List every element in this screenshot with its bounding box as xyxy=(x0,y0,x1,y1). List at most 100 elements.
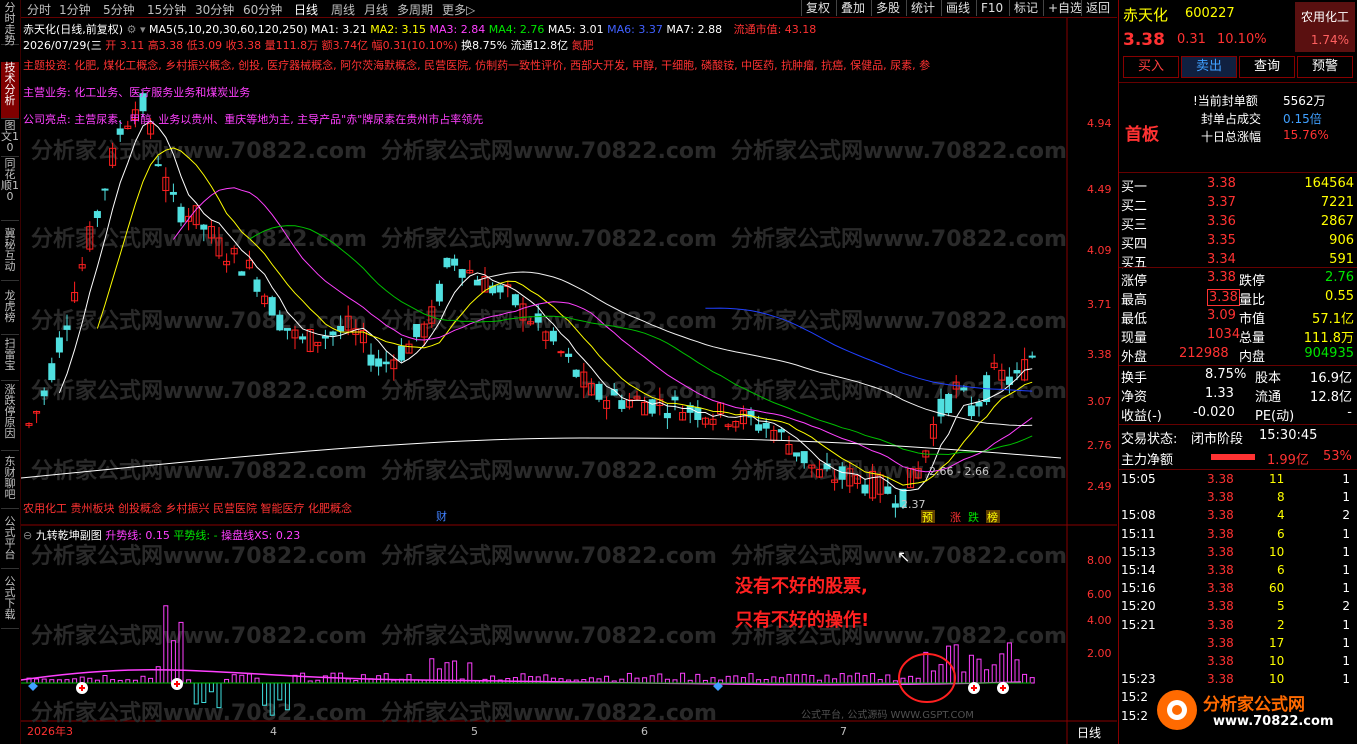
tool-fuquan[interactable]: 复权 xyxy=(801,0,834,16)
watermark: 分析家公式网www.70822.com xyxy=(731,226,1067,252)
tick-time: 15:2 xyxy=(1121,708,1148,723)
watermark: 分析家公式网www.70822.com xyxy=(731,458,1067,484)
tool-draw[interactable]: 画线 xyxy=(941,0,974,16)
net-flow-label: 主力净额 xyxy=(1121,453,1174,468)
tool-add-favorite[interactable]: +自选 xyxy=(1043,0,1086,16)
quote-panel: 赤天化 600227 农用化工 1.74% 3.38 0.31 10.10% 买… xyxy=(1118,0,1357,744)
tick-volume: 10 xyxy=(1269,654,1285,668)
price-axis-2.76: 2.76 xyxy=(1087,439,1112,452)
watermark: 分析家公式网www.70822.com xyxy=(31,226,367,252)
nav-fenshi[interactable]: 分时走势 xyxy=(1,2,19,46)
bid-price: 3.35 xyxy=(1207,233,1236,248)
ma4: MA4: 2.76 xyxy=(488,23,545,36)
bid-volume: 164564 xyxy=(1304,176,1354,191)
sell-button[interactable]: 卖出 xyxy=(1181,56,1237,78)
period-30min[interactable]: 30分钟 xyxy=(195,1,234,18)
tick-count: 2 xyxy=(1342,508,1350,523)
watermark: 分析家公式网www.70822.com xyxy=(381,226,717,252)
nav-formula-platform[interactable]: 公式平台 xyxy=(1,516,19,569)
nav-ths[interactable]: 同花顺10 xyxy=(1,158,19,221)
period-weekly[interactable]: 周线 xyxy=(331,1,355,18)
tick-row: 15:11 3.38 6 1 xyxy=(1119,527,1357,545)
period-5min[interactable]: 5分钟 xyxy=(103,1,135,18)
moving-average-lines xyxy=(21,120,1062,492)
tool-f10[interactable]: F10 xyxy=(976,0,1007,16)
bid-label: 买五 xyxy=(1121,256,1148,271)
stat-row: 收益(-) -0.020 PE(动) - xyxy=(1119,405,1357,424)
price-axis-2.49: 2.49 xyxy=(1087,480,1112,493)
watermark: 分析家公式网www.70822.com xyxy=(31,378,367,404)
query-button[interactable]: 查询 xyxy=(1239,56,1295,78)
tick-time: 15:11 xyxy=(1121,526,1156,541)
nav-tech-analysis[interactable]: 技术分析 xyxy=(1,62,19,119)
tick-volume: 5 xyxy=(1277,599,1285,614)
stat-value: 212988 xyxy=(1179,346,1229,361)
alert-button[interactable]: 预警 xyxy=(1297,56,1353,78)
slogan-1: 没有不好的股票, xyxy=(735,576,868,597)
tick-row: 3.38 10 1 xyxy=(1119,654,1357,672)
date-label: 6 xyxy=(641,725,648,738)
period-60min[interactable]: 60分钟 xyxy=(243,1,282,18)
trade-state-label: 交易状态: xyxy=(1121,432,1178,447)
stat-label: PE(动) xyxy=(1255,409,1295,424)
tool-stats[interactable]: 统计 xyxy=(906,0,939,16)
period-daily[interactable]: 日线 xyxy=(294,1,318,18)
nav-interact[interactable]: 冀秘互动 xyxy=(1,228,19,281)
tag-up: 涨 xyxy=(950,511,961,524)
tick-time: 15:20 xyxy=(1121,599,1156,614)
period-monthly[interactable]: 月线 xyxy=(364,1,388,18)
nav-dragon-tiger[interactable]: 龙虎榜 xyxy=(1,290,19,335)
gspt-watermark: 公式平台, 公式源码 WWW.GSPT.COM xyxy=(801,708,974,721)
watermark: 分析家公式网www.70822.com xyxy=(731,138,1067,164)
bid-price: 3.38 xyxy=(1207,176,1236,191)
tick-time: 15:23 xyxy=(1121,672,1156,687)
ma7: MA7: 2.88 xyxy=(666,23,723,36)
stat-label: 净资 xyxy=(1121,390,1148,405)
nav-formula-download[interactable]: 公式下载 xyxy=(1,576,19,629)
tick-price: 3.38 xyxy=(1207,472,1234,486)
watermark: 分析家公式网www.70822.com xyxy=(381,458,717,484)
period-multi[interactable]: 多周期 xyxy=(397,1,433,18)
indicator-title: 九转乾坤副图 xyxy=(35,529,102,542)
tick-volume: 6 xyxy=(1277,563,1285,577)
tick-row: 15:13 3.38 10 1 xyxy=(1119,545,1357,563)
bid-price: 3.37 xyxy=(1207,195,1236,210)
tool-back[interactable]: 返回 xyxy=(1081,0,1114,16)
nav-minesweeper[interactable]: 扫雷宝 xyxy=(1,338,19,381)
ind-line1: 升势线: 0.15 xyxy=(105,529,170,542)
kline-chart-area[interactable]: 分析家公式网www.70822.com 分析家公式网www.70822.com … xyxy=(21,18,1117,744)
ten-day-gain: 15.76% xyxy=(1283,128,1329,142)
date-label: 7 xyxy=(840,725,847,738)
tool-mark[interactable]: 标记 xyxy=(1009,0,1042,16)
tick-price: 3.38 xyxy=(1207,635,1234,650)
period-more[interactable]: 更多▷ xyxy=(442,1,475,18)
bid-row: 买四 3.35 906 xyxy=(1119,233,1357,252)
low-price-label: 2.37 xyxy=(901,498,926,511)
seal-ratio-label: 封单占成交 xyxy=(1201,112,1262,126)
watermark: 分析家公式网www.70822.com xyxy=(31,138,367,164)
float-cap: 流通市值: 43.18 xyxy=(733,23,817,36)
stat-label: 市值 xyxy=(1239,312,1266,327)
stat-value: 57.1亿 xyxy=(1312,312,1354,327)
nav-tuwen[interactable]: 图文10 xyxy=(1,120,19,157)
period-1min[interactable]: 1分钟 xyxy=(59,1,91,18)
tick-price: 3.38 xyxy=(1207,581,1234,596)
tick-row: 3.38 8 1 xyxy=(1119,490,1357,508)
period-15min[interactable]: 15分钟 xyxy=(147,1,186,18)
tick-price: 3.38 xyxy=(1207,526,1234,541)
nav-limit-reason[interactable]: 涨跌停原因 xyxy=(1,384,19,451)
tool-overlay[interactable]: 叠加 xyxy=(836,0,869,16)
date-label: 5 xyxy=(471,725,478,738)
period-fenshi[interactable]: 分时 xyxy=(27,1,51,18)
ind-axis-4: 4.00 xyxy=(1087,614,1112,627)
watermark: 分析家公式网www.70822.com xyxy=(731,378,1067,404)
buy-button[interactable]: 买入 xyxy=(1123,56,1179,78)
tick-time: 15:16 xyxy=(1121,581,1156,596)
themes-note: 主题投资: 化肥, 煤化工概念, 乡村振兴概念, 创投, 医疗器械概念, 阿尔茨… xyxy=(23,59,931,72)
ohlc: 开 3.11 高3.38 低3.09 收3.38 量111.8万 额3.74亿 … xyxy=(105,39,458,52)
watermark: 分析家公式网www.70822.com xyxy=(31,700,367,726)
tool-multistock[interactable]: 多股 xyxy=(871,0,904,16)
tick-volume: 10 xyxy=(1269,544,1285,559)
stat-label: 流通 xyxy=(1255,390,1282,405)
nav-eastmoney[interactable]: 东财聊吧 xyxy=(1,456,19,509)
